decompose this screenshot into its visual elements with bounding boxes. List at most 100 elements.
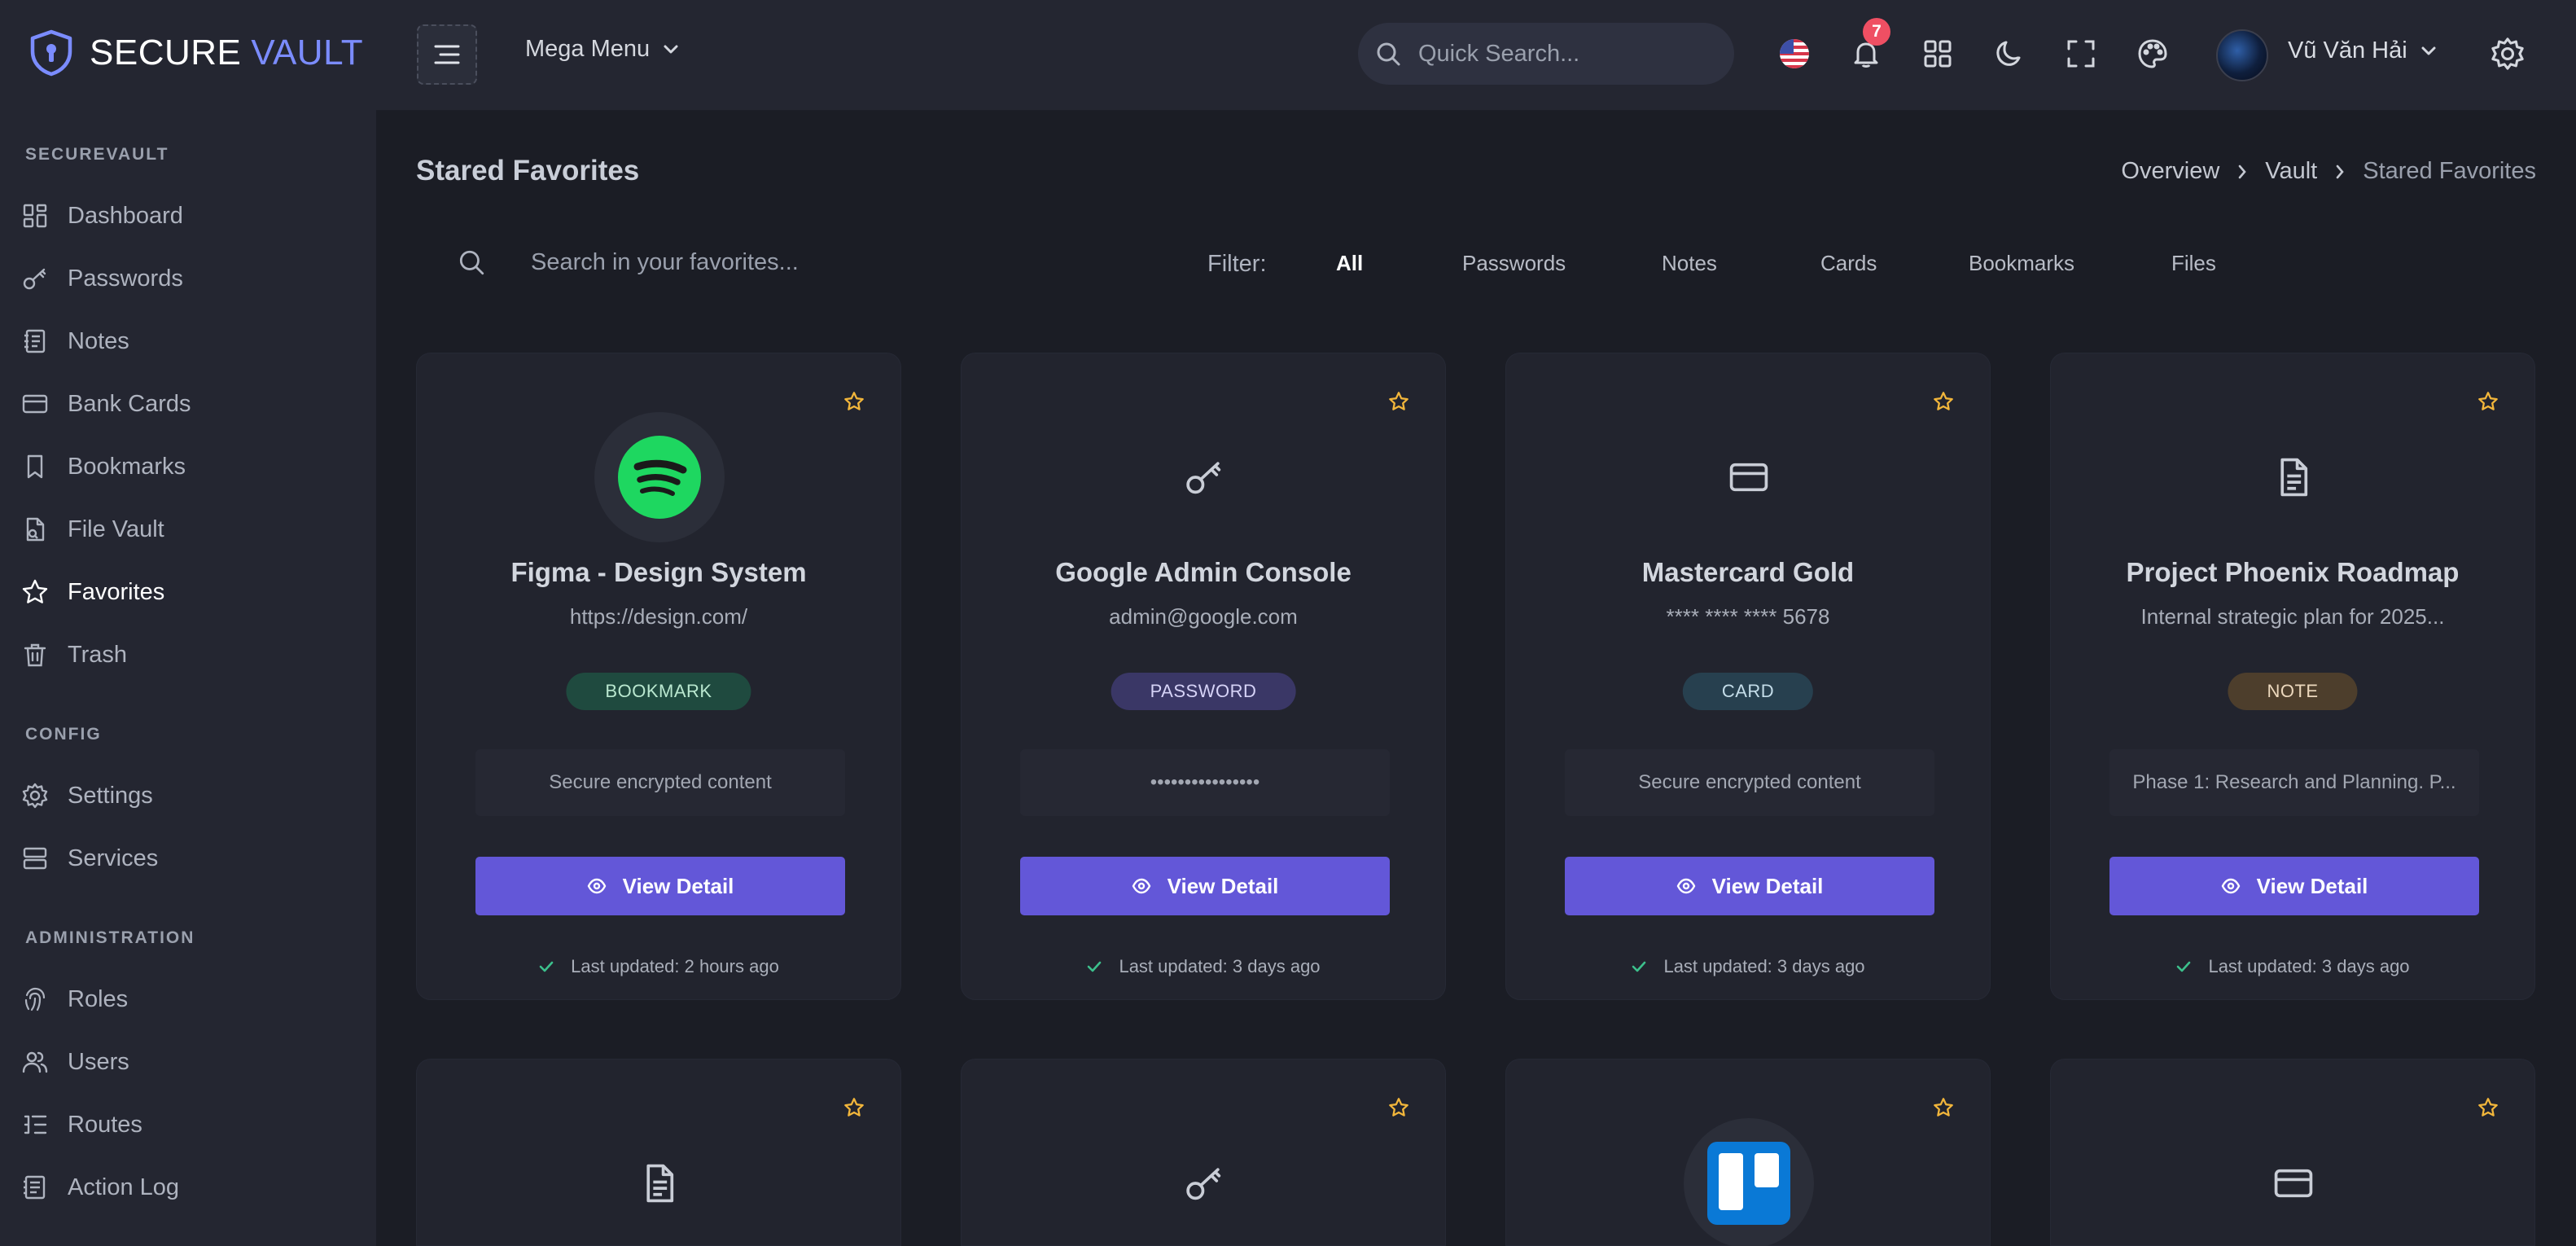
fullscreen-button[interactable] xyxy=(2063,36,2099,72)
sidebar-item-action-log[interactable]: Action Log xyxy=(21,1167,363,1208)
user-menu[interactable]: Vũ Văn Hải xyxy=(2288,37,2437,64)
filter-bookmarks[interactable]: Bookmarks xyxy=(1969,251,2074,276)
apps-grid-button[interactable] xyxy=(1920,36,1956,72)
file-lock-icon xyxy=(26,517,45,542)
avatar[interactable] xyxy=(2216,29,2268,81)
sidebar-item-label: Settings xyxy=(68,782,153,809)
breadcrumb-overview[interactable]: Overview xyxy=(2121,158,2219,185)
view-detail-button[interactable]: View Detail xyxy=(1565,857,1934,915)
fingerprint-icon xyxy=(24,987,46,1011)
mega-menu-dropdown[interactable]: Mega Menu xyxy=(525,36,679,63)
chevron-right-icon xyxy=(2238,165,2246,178)
brand-name-primary: SECURE xyxy=(90,33,242,72)
theme-toggle-button[interactable] xyxy=(1991,36,2027,72)
star-icon[interactable] xyxy=(1933,1097,1954,1118)
sidebar-item-users[interactable]: Users xyxy=(21,1042,363,1082)
settings-button[interactable] xyxy=(2490,36,2526,72)
sidebar-item-favorites[interactable]: Favorites xyxy=(21,572,363,612)
view-detail-button[interactable]: View Detail xyxy=(1020,857,1390,915)
quick-search-input[interactable]: Quick Search... xyxy=(1358,23,1734,85)
sidebar-item-settings[interactable]: Settings xyxy=(21,775,363,816)
sidebar-item-label: Routes xyxy=(68,1111,142,1138)
sidebar-item-roles[interactable]: Roles xyxy=(21,979,363,1020)
sidebar-item-services[interactable]: Services xyxy=(21,838,363,879)
sidebar-item-bank-cards[interactable]: Bank Cards xyxy=(21,384,363,424)
star-icon[interactable] xyxy=(843,1097,865,1118)
sidebar-toggle-button[interactable] xyxy=(417,24,477,85)
quick-search-placeholder: Quick Search... xyxy=(1418,40,1580,67)
sidebar-item-bookmarks[interactable]: Bookmarks xyxy=(21,446,363,487)
language-flag-button[interactable] xyxy=(1776,36,1812,72)
favorite-card[interactable]: Mastercard Gold **** **** **** 5678 CARD… xyxy=(1505,353,1991,1000)
sidebar-item-routes[interactable]: Routes xyxy=(21,1104,363,1145)
favorites-search-input[interactable]: Search in your favorites... xyxy=(457,248,799,277)
favorite-card[interactable] xyxy=(961,1059,1446,1246)
chevron-down-icon xyxy=(664,45,678,53)
favorite-card[interactable]: Figma - Design System https://design.com… xyxy=(416,353,901,1000)
key-icon xyxy=(1186,462,1221,494)
card-icon xyxy=(2274,1169,2313,1198)
bookmark-icon xyxy=(27,454,43,479)
last-updated: Last updated: 3 days ago xyxy=(2051,956,2534,977)
gear-icon xyxy=(22,783,48,809)
card-icon-wrapper xyxy=(2269,453,2318,502)
notification-count-badge: 7 xyxy=(1863,18,1890,46)
star-icon[interactable] xyxy=(843,391,865,412)
sidebar-item-label: Users xyxy=(68,1048,129,1075)
favorite-card[interactable] xyxy=(1505,1059,1991,1246)
search-icon xyxy=(1377,42,1400,66)
sidebar: SECURE VAULT SECUREVAULT Dashboard Passw… xyxy=(0,0,376,1246)
card-subtitle: **** **** **** 5678 xyxy=(1666,604,1830,629)
card-title: Google Admin Console xyxy=(1055,557,1352,587)
sidebar-item-file-vault[interactable]: File Vault xyxy=(21,509,363,550)
star-icon[interactable] xyxy=(2477,391,2499,412)
users-icon xyxy=(22,1051,48,1073)
sidebar-item-label: Bookmarks xyxy=(68,453,186,480)
star-icon[interactable] xyxy=(1933,391,1954,412)
filter-notes[interactable]: Notes xyxy=(1662,251,1717,276)
fullscreen-icon xyxy=(2067,40,2095,68)
filter-all[interactable]: All xyxy=(1336,251,1363,276)
last-updated-text: Last updated: 3 days ago xyxy=(1119,956,1321,976)
gear-icon xyxy=(2491,37,2524,70)
view-detail-button[interactable]: View Detail xyxy=(2109,857,2479,915)
sidebar-item-label: Dashboard xyxy=(68,202,183,229)
favorite-card[interactable]: Project Phoenix Roadmap Internal strateg… xyxy=(2050,353,2535,1000)
sidebar-item-notes[interactable]: Notes xyxy=(21,321,363,362)
card-title: Figma - Design System xyxy=(510,557,807,587)
card-icon-wrapper xyxy=(1180,453,1229,502)
user-name: Vũ Văn Hải xyxy=(2288,37,2407,64)
card-subtitle: Internal strategic plan for 2025... xyxy=(2140,604,2445,629)
palette-button[interactable] xyxy=(2135,36,2171,72)
filter-cards[interactable]: Cards xyxy=(1820,251,1877,276)
view-detail-button[interactable]: View Detail xyxy=(475,857,845,915)
sidebar-item-label: Passwords xyxy=(68,265,183,292)
star-icon[interactable] xyxy=(2477,1097,2499,1118)
last-updated: Last updated: 3 days ago xyxy=(1506,956,1990,977)
view-detail-label: View Detail xyxy=(1711,873,1824,898)
notebook-icon xyxy=(24,329,46,353)
filter-files[interactable]: Files xyxy=(2171,251,2216,276)
brand-name-secondary: VAULT xyxy=(251,33,364,72)
sidebar-item-trash[interactable]: Trash xyxy=(21,634,363,675)
sidebar-item-dashboard[interactable]: Dashboard xyxy=(21,195,363,236)
star-icon[interactable] xyxy=(1388,391,1409,412)
sidebar-item-passwords[interactable]: Passwords xyxy=(21,258,363,299)
favorite-card[interactable] xyxy=(416,1059,901,1246)
favorite-card[interactable]: Google Admin Console admin@google.com PA… xyxy=(961,353,1446,1000)
filter-passwords[interactable]: Passwords xyxy=(1462,251,1566,276)
last-updated-text: Last updated: 3 days ago xyxy=(2208,956,2410,976)
page-title: Stared Favorites xyxy=(416,155,640,186)
sidebar-item-label: Bank Cards xyxy=(68,390,191,417)
card-content-preview: •••••••••••••••• xyxy=(1020,749,1390,816)
breadcrumb-vault[interactable]: Vault xyxy=(2265,158,2317,185)
brand-logo[interactable]: SECURE VAULT xyxy=(28,29,363,77)
card-icon-wrapper xyxy=(1724,453,1773,502)
card-title: Mastercard Gold xyxy=(1641,557,1855,587)
star-icon[interactable] xyxy=(1388,1097,1409,1118)
last-updated-text: Last updated: 3 days ago xyxy=(1663,956,1865,976)
view-detail-label: View Detail xyxy=(1167,873,1279,898)
sidebar-item-label: File Vault xyxy=(68,516,164,542)
server-icon xyxy=(23,847,47,870)
favorite-card[interactable] xyxy=(2050,1059,2535,1246)
